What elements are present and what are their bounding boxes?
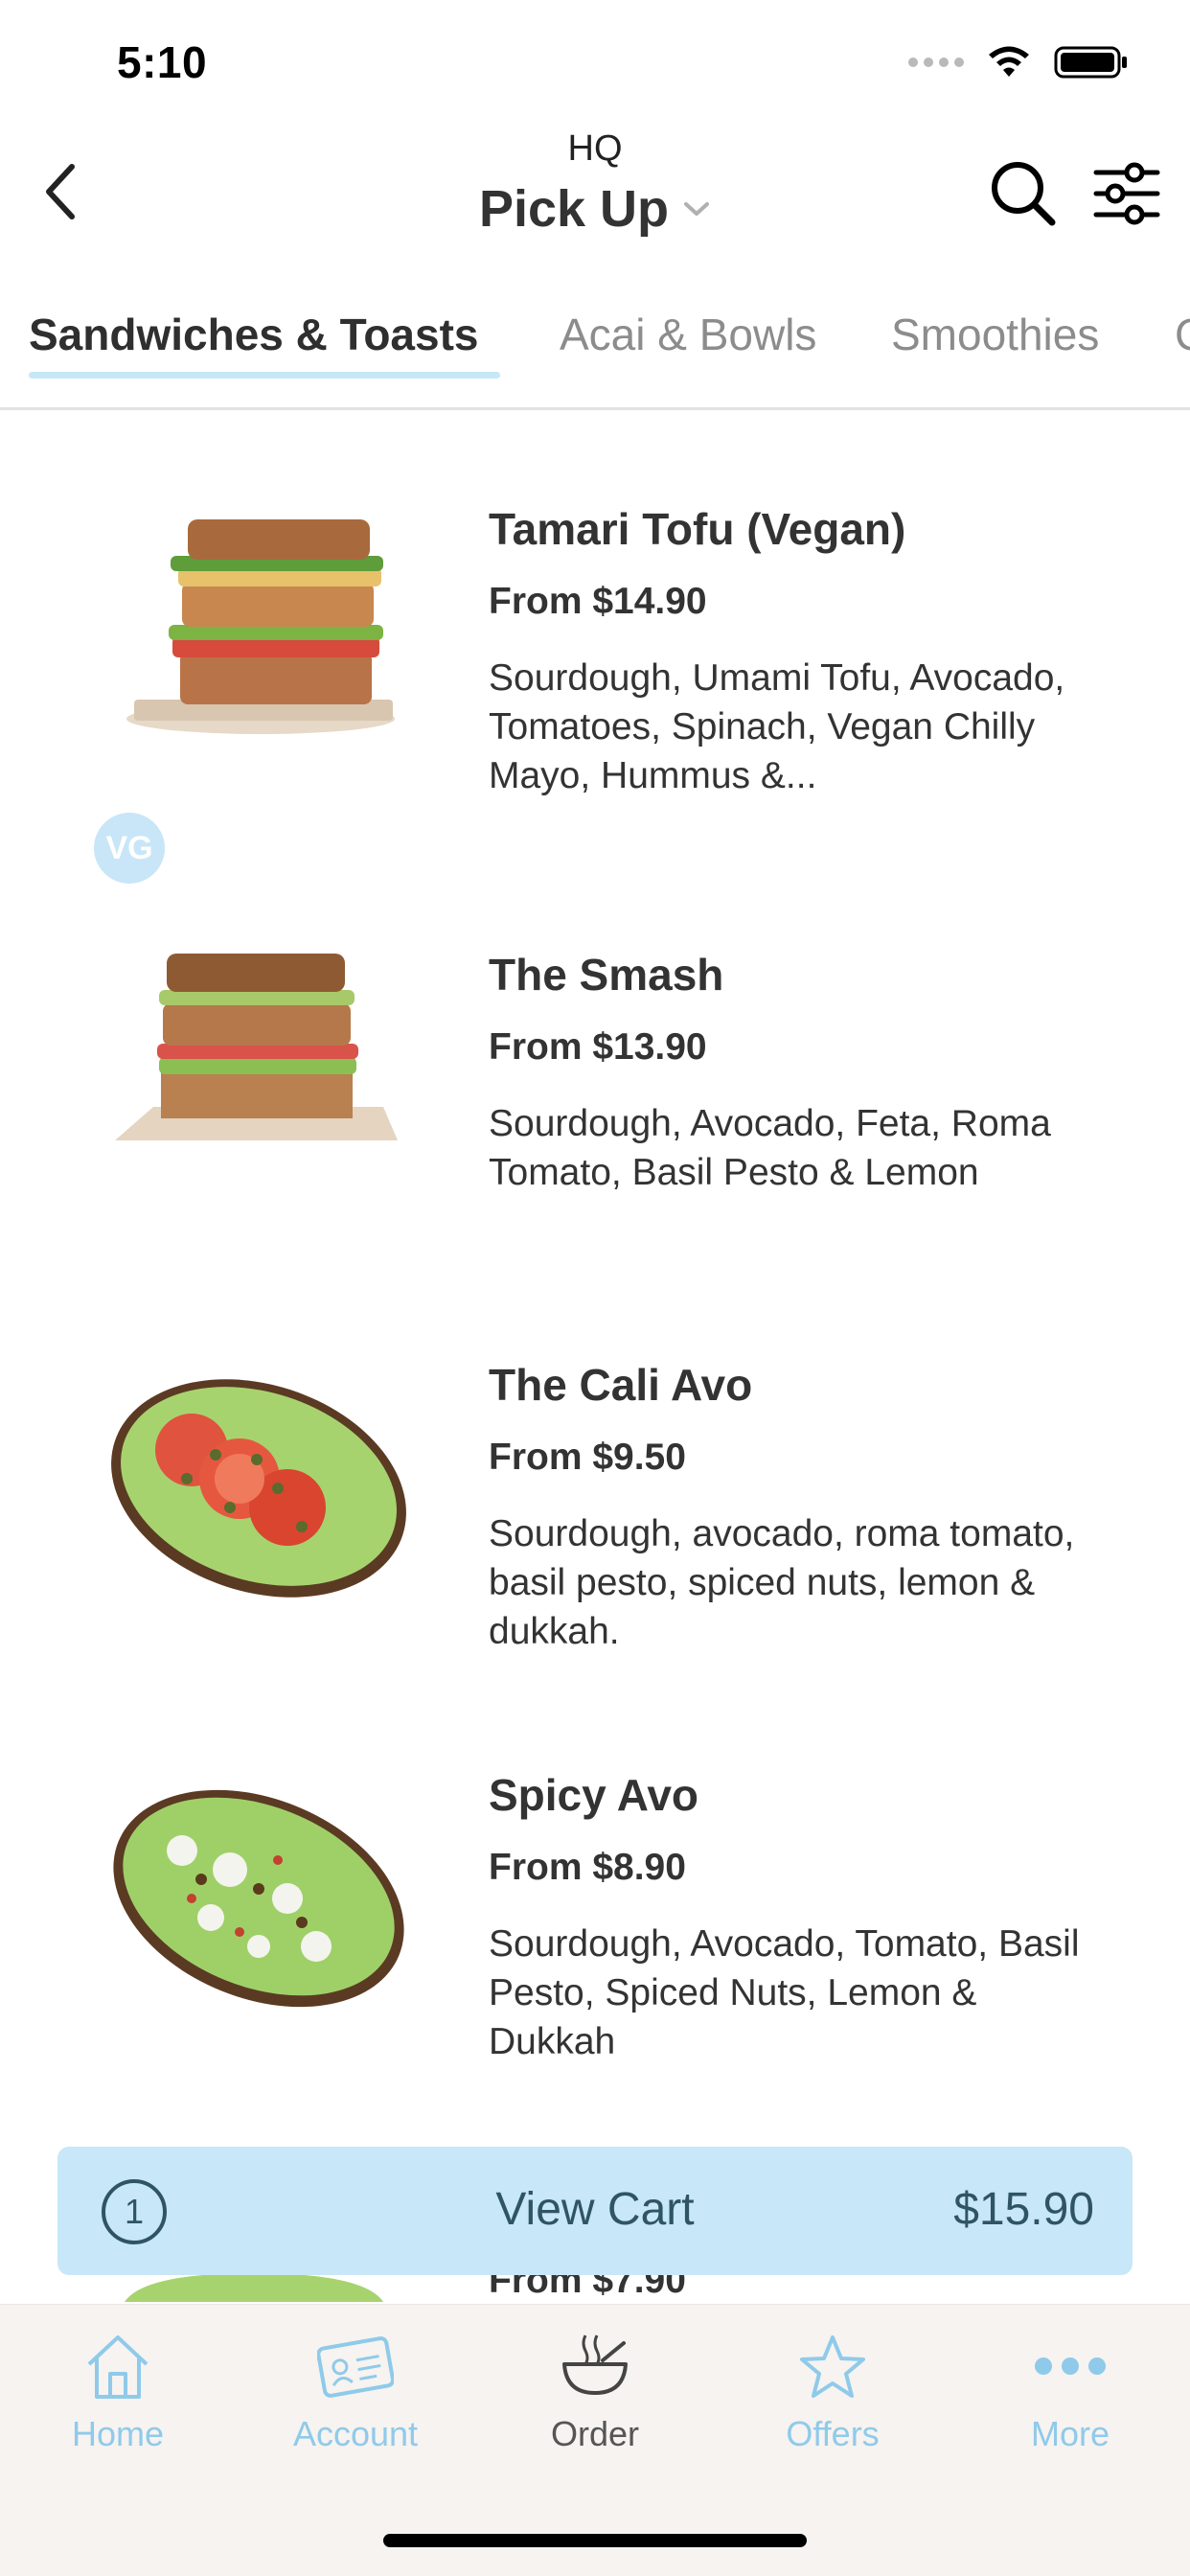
tabbar-offers[interactable]: Offers (737, 2330, 928, 2454)
item-name: Tamari Tofu (Vegan) (489, 504, 906, 554)
view-cart-button[interactable]: 1 View Cart $15.90 (57, 2147, 1133, 2275)
tab-next-category[interactable]: C (1175, 309, 1190, 360)
more-dots-icon (1035, 2358, 1106, 2375)
item-description: Sourdough, avocado, roma tomato, basil p… (489, 1513, 1075, 1652)
star-icon (800, 2335, 865, 2398)
sandwich-image (115, 954, 398, 1140)
tabbar-account[interactable]: Account (260, 2330, 451, 2454)
status-time: 5:10 (117, 37, 208, 87)
item-price: From $8.90 (489, 1847, 686, 1888)
tabbar-home[interactable]: Home (22, 2330, 214, 2454)
filter-button[interactable] (1092, 159, 1161, 228)
tab-smoothies[interactable]: Smoothies (891, 309, 1099, 360)
item-price: From $13.90 (489, 1026, 707, 1068)
toast-image (111, 1379, 406, 1598)
home-icon (87, 2335, 149, 2399)
status-indicators (908, 44, 1129, 80)
search-icon (992, 162, 1056, 226)
category-tabs: Sandwiches & Toasts Acai & Bowls Smoothi… (0, 288, 1190, 410)
tabbar-order[interactable]: Order (499, 2330, 691, 2454)
status-bar: 5:10 (0, 0, 1190, 125)
tabbar-label: Order (550, 2414, 640, 2453)
cellular-signal-icon (908, 58, 964, 67)
item-name: The Cali Avo (489, 1360, 753, 1410)
item-name: The Smash (489, 950, 724, 1000)
battery-icon (1054, 46, 1127, 79)
search-button[interactable] (989, 159, 1058, 228)
toast-image-partial (125, 2273, 383, 2302)
wifi-icon (989, 46, 1029, 77)
tabbar-label: Offers (786, 2414, 880, 2453)
order-mode-label: Pick Up (478, 180, 670, 238)
item-description: Sourdough, Avocado, Tomato, Basil Pesto,… (489, 1923, 1080, 2062)
bowl-icon (562, 2334, 628, 2395)
sandwich-image (126, 519, 395, 734)
tab-acai-bowls[interactable]: Acai & Bowls (560, 309, 816, 360)
active-tab-indicator (29, 372, 500, 379)
account-card-icon (317, 2336, 394, 2398)
tabbar-label: Home (71, 2414, 165, 2453)
cart-total: $15.90 (953, 2184, 1094, 2235)
item-description: Sourdough, Umami Tofu, Avocado, Tomatoes… (489, 657, 1065, 796)
home-indicator[interactable] (383, 2534, 807, 2547)
back-button[interactable] (27, 153, 94, 230)
order-mode-dropdown[interactable]: Pick Up (479, 179, 711, 239)
tab-sandwiches-toasts[interactable]: Sandwiches & Toasts (29, 309, 479, 360)
tabbar-label: Account (292, 2414, 419, 2453)
tabbar-label: More (1030, 2414, 1110, 2453)
nav-header: HQ Pick Up (0, 125, 1190, 268)
toast-image (113, 1789, 404, 2008)
chevron-left-icon (46, 164, 75, 219)
item-price: From $9.50 (489, 1437, 686, 1478)
item-name: Spicy Avo (489, 1770, 698, 1820)
chevron-down-icon (684, 202, 710, 216)
item-price: From $14.90 (489, 581, 707, 622)
filter-sliders-icon (1093, 162, 1160, 225)
tabbar-more[interactable]: More (974, 2330, 1166, 2454)
vegan-badge: VG (94, 813, 165, 884)
item-description: Sourdough, Avocado, Feta, Roma Tomato, B… (489, 1103, 1051, 1193)
